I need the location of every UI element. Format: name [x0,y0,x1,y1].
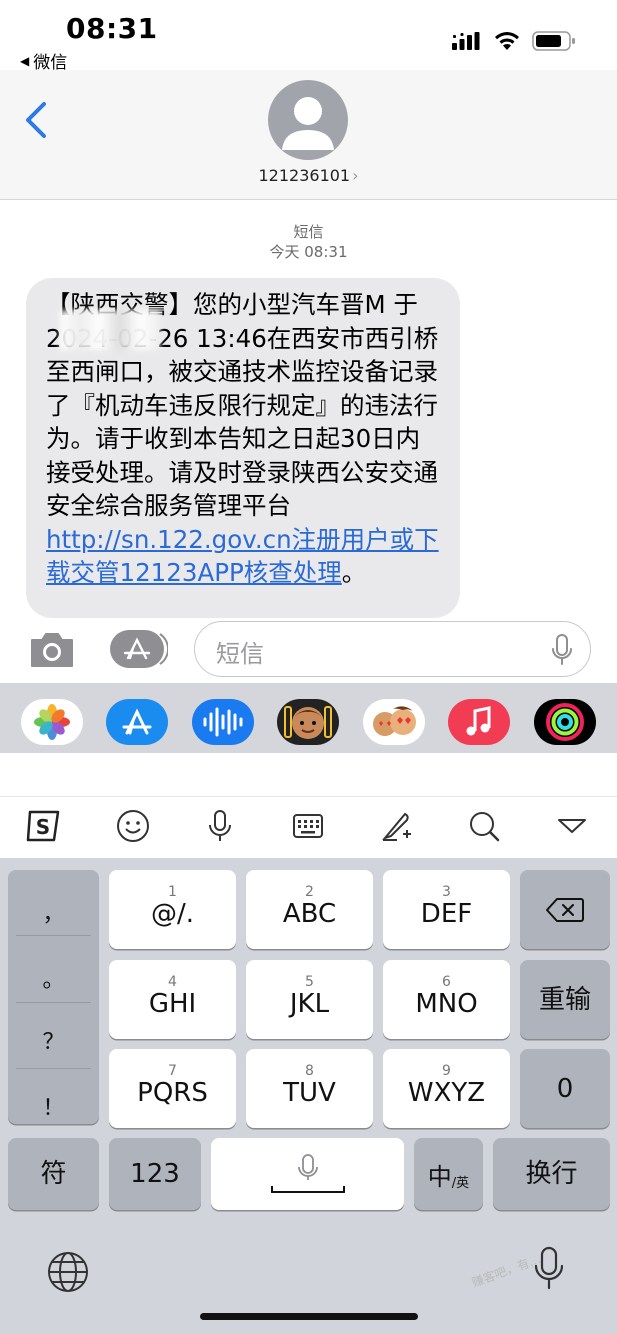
key-label: 重输 [538,984,591,1015]
key-2[interactable]: 2 ABC [246,870,373,949]
punct-question[interactable]: ？ [8,1024,99,1056]
home-indicator[interactable] [200,1313,418,1320]
key-8[interactable]: 8 TUV [246,1049,373,1128]
key-label: GHI [148,988,197,1019]
key-label: 123 [130,1159,180,1189]
lang-main-label: 中 [427,1162,452,1191]
key-1[interactable]: 1 @/. [109,870,236,949]
key-number: 1 [168,883,177,900]
status-time: 08:31 [66,12,158,45]
key-label: WXYZ [407,1077,486,1108]
punct-divider [16,1068,91,1069]
dictation-mic-icon[interactable] [550,633,574,667]
microphone-icon[interactable] [200,806,240,846]
search-icon[interactable] [464,806,504,846]
photos-icon[interactable] [21,699,83,745]
svg-text:S: S [36,815,50,839]
back-chevron-icon[interactable] [22,100,52,140]
camera-icon[interactable] [28,628,76,672]
key-9[interactable]: 9 WXYZ [383,1049,510,1128]
message-timestamp: 今天 08:31 [269,243,348,261]
lang-sub-label: /英 [451,1175,470,1191]
key-label: JKL [289,988,330,1019]
key-number: 4 [168,973,177,990]
wifi-icon [495,32,519,50]
key-label: 换行 [525,1159,578,1189]
punct-exclaim[interactable]: ！ [8,1090,99,1122]
key-label: ABC [282,898,337,929]
audio-message-icon[interactable] [192,699,254,745]
language-switch-key[interactable]: 中/英 [414,1138,483,1210]
key-4[interactable]: 4 GHI [109,960,236,1039]
emoji-icon[interactable] [113,806,153,846]
fitness-icon[interactable] [534,699,596,745]
person-silhouette-icon [282,97,334,150]
key-number: 6 [442,973,451,990]
key-label: PQRS [137,1077,208,1108]
memoji-icon[interactable] [277,699,339,745]
contact-name-line[interactable]: 121236101 › [0,166,617,185]
keyboard-icon[interactable] [288,806,328,846]
enter-key[interactable]: 换行 [493,1138,610,1210]
memoji-stickers-icon[interactable] [363,699,425,745]
punct-divider [16,1002,91,1003]
key-number: 9 [442,1062,451,1079]
redacted-plate-blur [60,310,160,350]
key-number: 5 [305,973,314,990]
key-label: 0 [556,1073,574,1104]
key-label: TUV [283,1077,336,1108]
backspace-key[interactable] [520,870,610,949]
appstore-drawer-icon[interactable] [110,628,168,670]
space-key[interactable] [211,1138,404,1210]
key-number: 8 [305,1062,314,1079]
appstore-icon[interactable] [106,699,168,745]
punct-comma[interactable]: ， [8,896,99,928]
sogou-logo-icon[interactable]: S [24,806,64,846]
key-5[interactable]: 5 JKL [246,960,373,1039]
key-6[interactable]: 6 MNO [383,960,510,1039]
battery-icon [532,31,575,51]
handwriting-icon[interactable] [377,806,417,846]
symbols-key[interactable]: 符 [8,1138,99,1210]
contact-avatar[interactable] [268,80,348,160]
signal-icon [452,32,480,50]
music-icon[interactable] [448,699,510,745]
reenter-key[interactable]: 重输 [520,960,610,1039]
key-0[interactable]: 0 [520,1049,610,1128]
message-text-end: 。 [341,558,367,587]
key-label: @/. [150,898,195,929]
service-label: 短信 [293,223,324,241]
numbers-key[interactable]: 123 [109,1138,201,1210]
key-3[interactable]: 3 DEF [383,870,510,949]
conversation-meta: 短信 今天 08:31 [0,222,617,262]
backspace-icon [546,897,584,922]
contact-number: 121236101 [258,166,351,185]
key-label: 符 [40,1159,67,1189]
punct-period[interactable]: 。 [8,962,99,994]
key-number: 2 [305,883,314,900]
back-triangle-icon: ◀ [20,53,30,68]
key-label: DEF [420,898,473,929]
message-input-placeholder: 短信 [216,640,264,668]
key-7[interactable]: 7 PQRS [109,1049,236,1128]
chevron-right-icon: › [352,166,359,185]
key-label: MNO [415,988,478,1019]
collapse-icon[interactable] [552,806,592,846]
space-mic-icon [270,1154,345,1193]
key-number: 7 [168,1062,177,1079]
key-number: 3 [442,883,451,900]
globe-icon[interactable] [46,1250,90,1294]
punct-divider [16,935,91,936]
message-link[interactable]: http://sn.122.gov.cn注册用户或下载交管12123APP核查处… [46,525,439,588]
